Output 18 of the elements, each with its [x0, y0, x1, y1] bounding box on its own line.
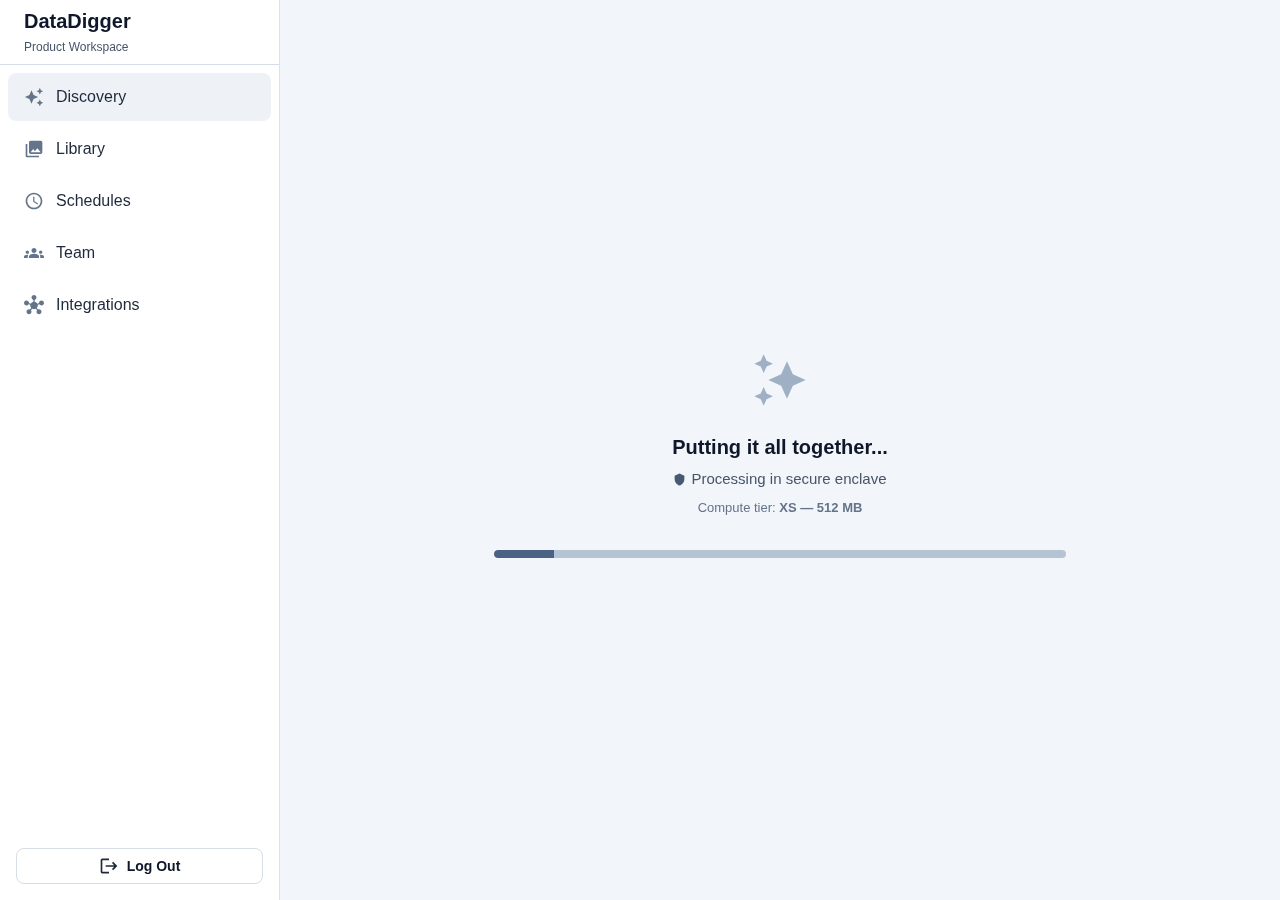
photo-stack-icon	[24, 139, 44, 159]
status-title: Putting it all together...	[672, 435, 888, 460]
compute-tier-text: Compute tier: XS — 512 MB	[697, 499, 863, 517]
status-note: Processing in secure enclave	[691, 469, 887, 489]
shield-icon	[673, 472, 687, 486]
sparkles-icon	[752, 352, 808, 408]
nav-item[interactable]: Integrations	[8, 281, 271, 329]
nav-item[interactable]: Schedules	[8, 177, 271, 225]
logout-icon	[98, 856, 119, 876]
nav-item[interactable]: Discovery	[8, 73, 271, 121]
nav-item[interactable]: Library	[8, 125, 271, 173]
sparkles-icon	[24, 87, 44, 107]
nav-item[interactable]: Team	[8, 229, 271, 277]
clock-icon	[24, 191, 44, 211]
brand-subtitle: Product Workspace	[24, 39, 129, 55]
brand-title: DataDigger	[24, 9, 131, 33]
logout-button[interactable]: Log Out	[16, 848, 263, 884]
hub-icon	[24, 295, 44, 315]
